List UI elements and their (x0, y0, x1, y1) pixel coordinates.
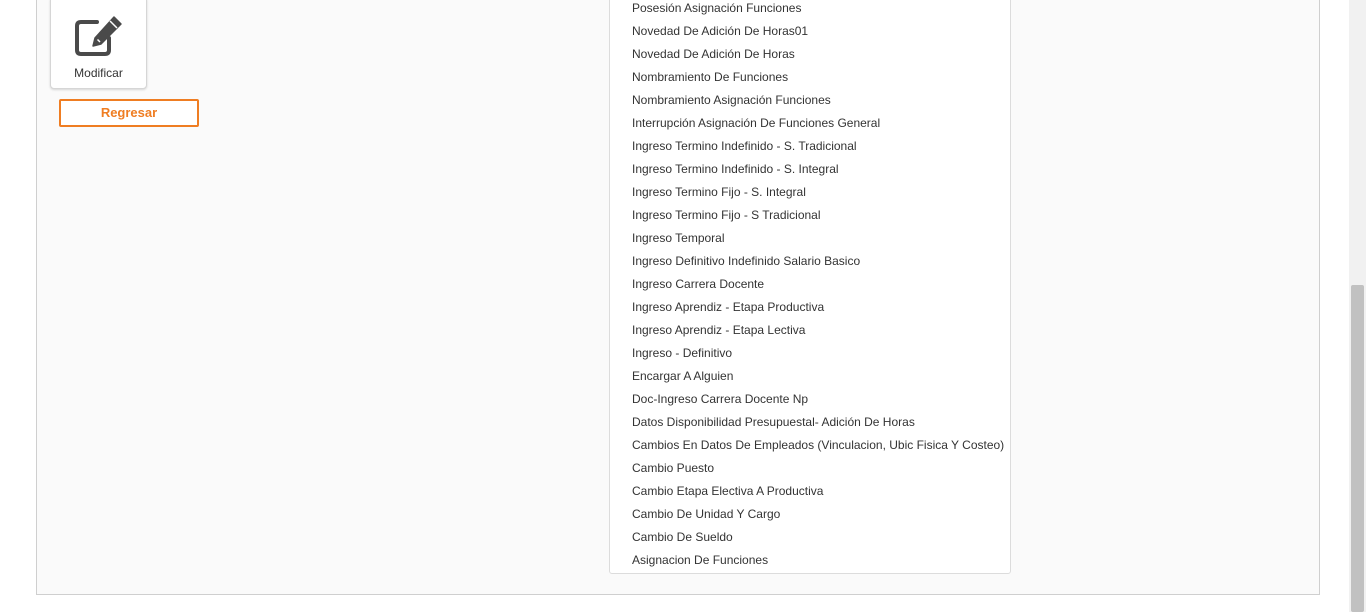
option-item[interactable]: Datos Disponibilidad Presupuestal- Adici… (632, 411, 915, 434)
option-item[interactable]: Posesión Asignación Funciones (632, 0, 801, 20)
option-item[interactable]: Ingreso Temporal (632, 227, 725, 250)
option-item[interactable]: Cambios En Datos De Empleados (Vinculaci… (632, 434, 1004, 457)
option-item[interactable]: Ingreso Aprendiz - Etapa Lectiva (632, 319, 805, 342)
scrollbar-thumb[interactable] (1351, 285, 1364, 612)
option-item[interactable]: Cambio De Unidad Y Cargo (632, 503, 780, 526)
option-item[interactable]: Nombramiento De Funciones (632, 66, 788, 89)
option-item[interactable]: Ingreso Definitivo Indefinido Salario Ba… (632, 250, 860, 273)
option-item[interactable]: Nombramiento Asignación Funciones (632, 89, 831, 112)
option-item[interactable]: Cambio De Sueldo (632, 526, 733, 549)
option-item[interactable]: Novedad De Adición De Horas (632, 43, 795, 66)
option-item[interactable]: Cambio Puesto (632, 457, 714, 480)
option-item[interactable]: Ingreso Termino Fijo - S Tradicional (632, 204, 821, 227)
option-item[interactable]: Encargar A Alguien (632, 365, 733, 388)
option-item[interactable]: Cambio Etapa Electiva A Productiva (632, 480, 823, 503)
option-item[interactable]: Interrupción Asignación De Funciones Gen… (632, 112, 880, 135)
edit-icon (73, 13, 125, 57)
option-item[interactable]: Ingreso Termino Indefinido - S. Integral (632, 158, 839, 181)
option-item[interactable]: Ingreso Termino Fijo - S. Integral (632, 181, 806, 204)
options-dropdown-list: Posesión Asignación Funciones Novedad De … (609, 0, 1011, 574)
option-item[interactable]: Ingreso Aprendiz - Etapa Productiva (632, 296, 824, 319)
option-item[interactable]: Ingreso Termino Indefinido - S. Tradicio… (632, 135, 857, 158)
option-item[interactable]: Asignacion De Funciones (632, 549, 768, 572)
option-item[interactable]: Ingreso - Definitivo (632, 342, 732, 365)
modify-button[interactable]: Modificar (50, 0, 147, 89)
option-item[interactable]: Doc-Ingreso Carrera Docente Np (632, 388, 808, 411)
modify-label: Modificar (74, 66, 123, 80)
page-scrollbar[interactable] (1349, 0, 1366, 612)
option-item[interactable]: Ingreso Carrera Docente (632, 273, 764, 296)
back-button[interactable]: Regresar (59, 99, 199, 127)
option-item[interactable]: Novedad De Adición De Horas01 (632, 20, 808, 43)
